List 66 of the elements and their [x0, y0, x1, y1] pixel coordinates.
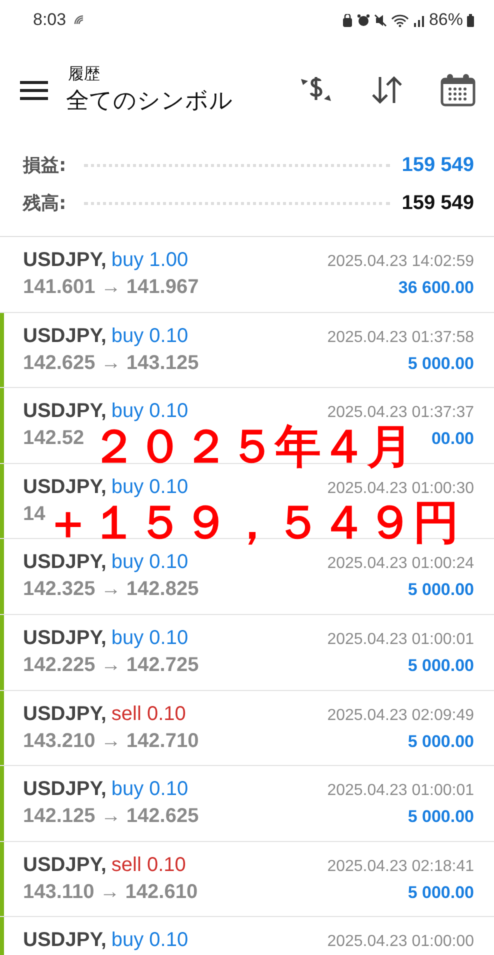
deal-time: 2025.04.23 02:18:41	[327, 858, 474, 876]
deal-prices: 143.110 → 142.610	[23, 880, 198, 904]
summary-value: 159 549	[402, 154, 474, 176]
symbol-selector[interactable]: 全てのシンボル	[66, 85, 233, 116]
deal-time: 2025.04.23 01:00:01	[327, 782, 474, 800]
deal-time: 2025.04.23 14:02:59	[327, 253, 474, 271]
deal-profit: 5 000.00	[408, 354, 474, 374]
deal-symbol: USDJPY,	[23, 324, 106, 347]
battery-icon	[467, 14, 474, 26]
clock-time: 8:03	[33, 10, 66, 30]
deal-type: buy 0.10	[111, 400, 188, 422]
summary-label: 残高:	[23, 192, 66, 215]
deal-profit: 5 000.00	[408, 656, 474, 676]
deal-profit: 5 000.00	[408, 807, 474, 828]
deal-time: 2025.04.23 01:00:01	[327, 630, 474, 649]
deal-prices: 141.601 → 141.967	[23, 276, 199, 299]
lock-icon	[342, 14, 353, 26]
sort-arrows-icon	[370, 75, 404, 105]
deal-time: 2025.04.23 01:00:24	[327, 555, 474, 574]
deal-prices: 142.325 → 142.825	[23, 578, 199, 602]
mute-icon	[374, 14, 387, 26]
battery-level: 86%	[428, 10, 463, 30]
deal-prices: 142.225 → 142.725	[23, 654, 199, 677]
deal-symbol: USDJPY,	[23, 400, 106, 422]
deal-profit: 5 000.00	[408, 732, 474, 752]
deal-type: sell 0.10	[111, 702, 186, 725]
wifi-icon	[390, 14, 409, 26]
screen-subtitle: 履歴	[68, 64, 100, 85]
deal-symbol: USDJPY,	[23, 702, 106, 725]
deal-type: buy 1.00	[111, 249, 188, 271]
deal-symbol: USDJPY,	[23, 626, 106, 649]
deal-prices: 142.625 → 143.125	[23, 352, 199, 375]
signal-icon	[412, 14, 425, 26]
deal-symbol: USDJPY,	[23, 551, 106, 574]
deal-time: 2025.04.23 01:37:58	[327, 328, 474, 347]
deal-symbol: USDJPY,	[23, 778, 106, 800]
deal-type: buy 0.10	[111, 551, 188, 574]
calendar-icon	[440, 73, 476, 107]
caption-text: ２０２５年４月	[91, 423, 413, 469]
deal-profit: 5 000.00	[408, 580, 474, 600]
summary-value: 159 549	[402, 192, 474, 214]
deal-profit: 5 000.00	[408, 882, 474, 903]
deal-profit: 00.00	[431, 429, 474, 450]
deal-profit: 36 600.00	[398, 278, 474, 298]
deal-time: 2025.04.23 02:09:49	[327, 706, 474, 725]
deal-time: 2025.04.23 01:00:30	[327, 480, 474, 498]
deal-prices: 142.125 → 142.625	[23, 805, 199, 828]
deal-type: buy 0.10	[111, 324, 188, 347]
deal-symbol: USDJPY,	[23, 929, 106, 952]
deal-type: buy 0.10	[111, 778, 188, 800]
menu-icon	[20, 80, 48, 100]
deal-time: 2025.04.23 01:37:37	[327, 404, 474, 422]
deal-type: buy 0.10	[111, 929, 188, 952]
deal-symbol: USDJPY,	[23, 476, 106, 498]
deal-prices: 14	[23, 502, 46, 526]
deal-type: buy 0.10	[111, 626, 188, 649]
deal-prices: 142.52	[23, 427, 84, 450]
deal-symbol: USDJPY,	[23, 249, 106, 271]
deal-symbol: USDJPY,	[23, 854, 106, 876]
deal-prices: 143.210 → 142.710	[23, 730, 199, 753]
deal-type: sell 0.10	[111, 854, 186, 876]
summary-label: 損益:	[23, 154, 66, 177]
deal-type: buy 0.10	[111, 476, 188, 498]
deal-time: 2025.04.23 01:00:00	[327, 933, 474, 952]
caption-text: ＋１５９，５４９円	[45, 499, 459, 545]
alarm-icon	[356, 14, 370, 26]
